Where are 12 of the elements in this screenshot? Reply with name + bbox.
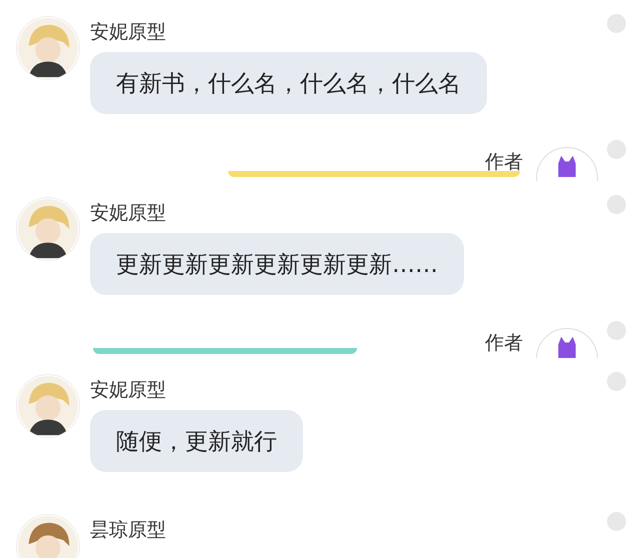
message-bubble: 有新书，什么名，什么名，什么名 bbox=[90, 52, 487, 114]
avatar[interactable] bbox=[16, 197, 80, 261]
sender-name: 安妮原型 bbox=[90, 378, 166, 403]
avatar[interactable] bbox=[16, 16, 80, 80]
message-bubble: 更新更新更新更新更新更新…… bbox=[90, 233, 464, 295]
sender-name: 昙琼原型 bbox=[90, 518, 166, 543]
sender-name: 作者 bbox=[485, 331, 523, 356]
avatar[interactable] bbox=[16, 374, 80, 438]
message-bubble: 随便，更新就行 bbox=[90, 410, 303, 472]
sender-name: 作者 bbox=[485, 150, 523, 175]
sender-name: 安妮原型 bbox=[90, 201, 166, 226]
sender-name: 安妮原型 bbox=[90, 20, 166, 45]
